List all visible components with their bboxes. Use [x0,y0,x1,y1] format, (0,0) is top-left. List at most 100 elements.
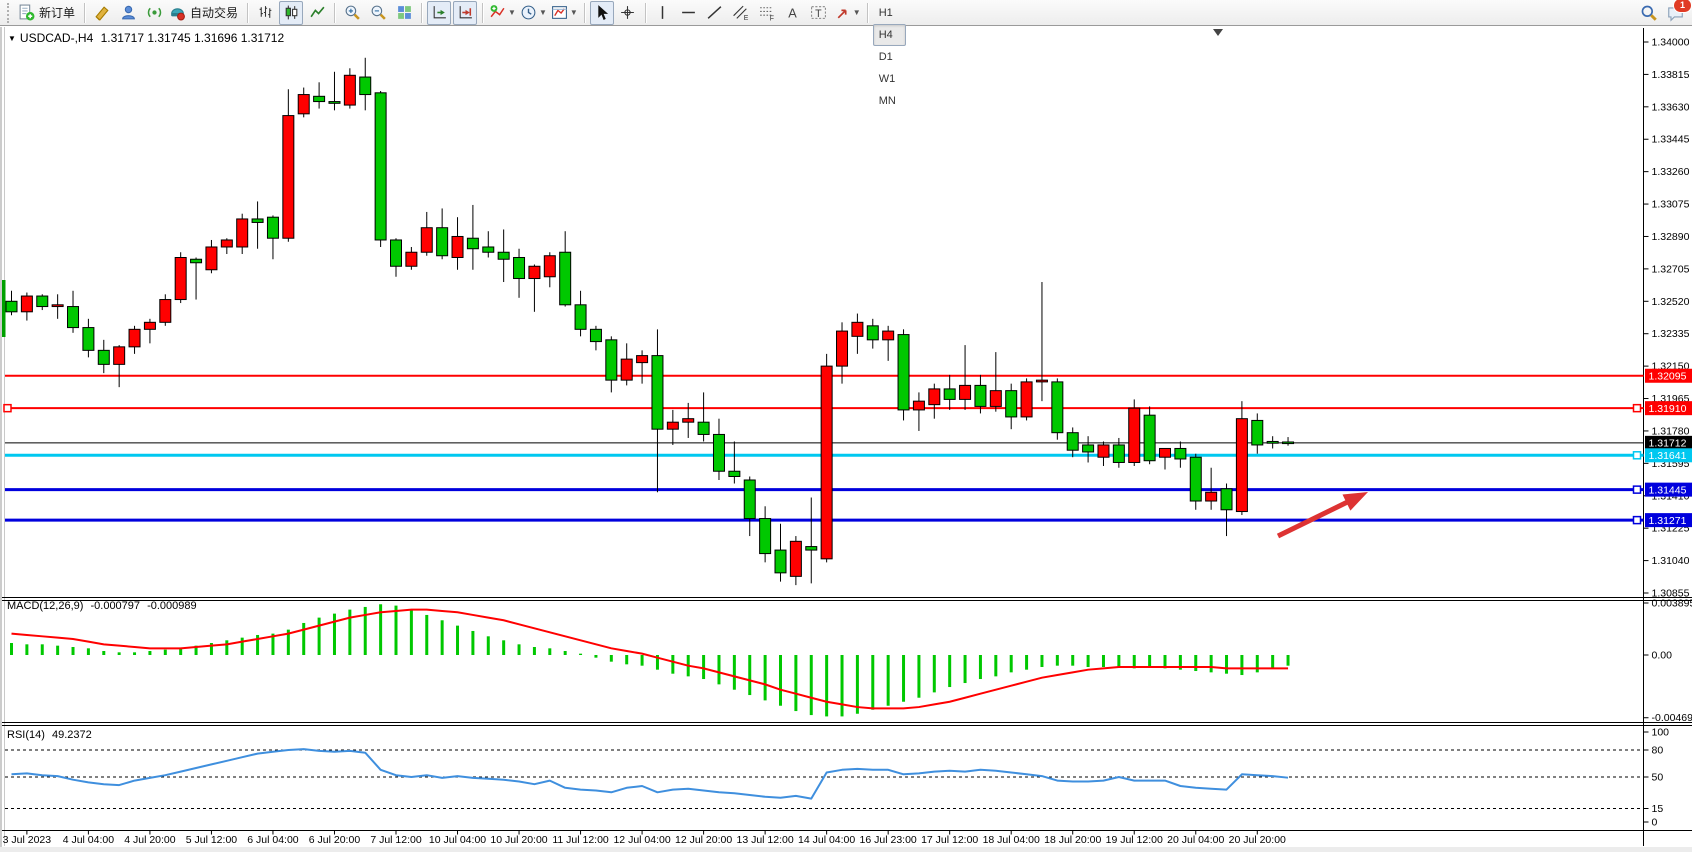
search-button[interactable] [1637,1,1661,25]
trendline-tool[interactable] [703,1,727,25]
macd-signal-value: -0.000989 [147,600,197,612]
svg-text:11 Jul 12:00: 11 Jul 12:00 [552,834,609,846]
candle [529,266,540,278]
svg-text:-0.004699: -0.004699 [1652,712,1692,724]
line-chart-button[interactable] [305,1,329,25]
text-tool[interactable]: A [781,1,805,25]
svg-text:10 Jul 04:00: 10 Jul 04:00 [429,834,486,846]
bar-chart-button[interactable] [253,1,277,25]
one-click-trading-arrow-icon[interactable]: ▼ [8,34,16,43]
candle [129,329,140,347]
timeframe-group: M1 M5 M15 M30 H1 H4 D1 W1 MN [872,0,907,112]
profile-icon [120,4,137,21]
candle [175,257,186,299]
svg-text:1.31271: 1.31271 [1649,515,1687,527]
separator [867,3,868,23]
svg-text:15: 15 [1652,803,1664,815]
zoom-out-button[interactable] [366,1,390,25]
tab-h1[interactable]: H1 [873,2,906,24]
horizontal-line-tool[interactable] [677,1,701,25]
cursor-icon [593,4,610,21]
candle [360,77,371,95]
line-handle[interactable] [1634,452,1641,459]
candle [729,471,740,476]
svg-text:1.33445: 1.33445 [1652,134,1690,146]
candle [21,296,32,312]
chart-canvas[interactable]: 1.340001.338151.336301.334451.332601.330… [0,0,1692,852]
candle [867,326,878,340]
candlestick-chart-button[interactable] [279,1,303,25]
svg-text:14 Jul 04:00: 14 Jul 04:00 [798,834,855,846]
auto-trading-button[interactable]: 自动交易 [168,1,242,25]
line-handle[interactable] [1634,486,1641,493]
candle [237,219,248,247]
candle [1252,420,1263,445]
line-handle[interactable] [1634,517,1641,524]
candle [1021,382,1032,417]
candle [1144,415,1155,461]
svg-text:E: E [744,15,749,21]
mt4-window: 新订单 自动交易 ▼ ▼ ▼ E F A T [0,0,1692,852]
vertical-line-tool[interactable] [651,1,675,25]
candle [667,422,678,429]
vertical-line-icon [654,4,671,21]
candle [1067,433,1078,451]
candle [1129,408,1140,462]
tab-h4[interactable]: H4 [873,24,906,46]
templates-button[interactable]: ▼ [550,1,579,25]
new-order-label: 新订单 [39,4,75,21]
window-frame [0,26,1692,852]
chart-shift-icon [457,4,474,21]
separator [334,3,335,23]
tab-d1[interactable]: D1 [873,46,906,68]
bar-chart-icon [257,4,274,21]
cursor-button[interactable] [590,1,614,25]
tile-windows-button[interactable] [392,1,416,25]
svg-text:1.31712: 1.31712 [1649,438,1687,450]
fibonacci-tool[interactable]: F [755,1,779,25]
clock-icon [520,4,537,21]
line-handle[interactable] [4,405,11,412]
svg-text:1.32095: 1.32095 [1649,371,1687,383]
candle [267,217,278,238]
channel-tool[interactable]: E [729,1,753,25]
candle [1236,419,1247,512]
text-label-tool[interactable]: T [807,1,831,25]
svg-text:1.32335: 1.32335 [1652,328,1690,340]
separator [84,3,85,23]
candle [391,240,402,266]
zoom-in-button[interactable] [340,1,364,25]
signal-button[interactable] [142,1,166,25]
candle [652,356,663,430]
svg-text:1.32705: 1.32705 [1652,263,1690,275]
candle [252,219,263,223]
text-icon: A [784,4,801,21]
tab-mn[interactable]: MN [873,90,906,112]
candle [606,340,617,380]
candle [913,401,924,410]
candle [37,296,48,307]
candle [1113,445,1124,463]
new-order-icon [18,4,35,21]
candle [298,95,309,114]
crosshair-button[interactable] [616,1,640,25]
profiles-button[interactable] [116,1,140,25]
candle [1083,445,1094,452]
notifications-button[interactable]: 1 [1663,1,1687,25]
separator [247,3,248,23]
periods-button[interactable]: ▼ [519,1,548,25]
line-handle[interactable] [1634,405,1641,412]
candle [375,93,386,240]
candle [329,102,340,104]
tab-w1[interactable]: W1 [873,68,906,90]
styler-button[interactable] [90,1,114,25]
brush-icon [94,4,111,21]
separator [645,3,646,23]
new-order-button[interactable]: 新订单 [17,1,79,25]
indicators-button[interactable]: ▼ [488,1,517,25]
chart-shift-button[interactable] [453,1,477,25]
auto-scroll-button[interactable] [427,1,451,25]
toolbar-grip[interactable] [7,3,13,23]
candle [744,480,755,519]
arrows-tool[interactable]: ▼ [833,1,862,25]
